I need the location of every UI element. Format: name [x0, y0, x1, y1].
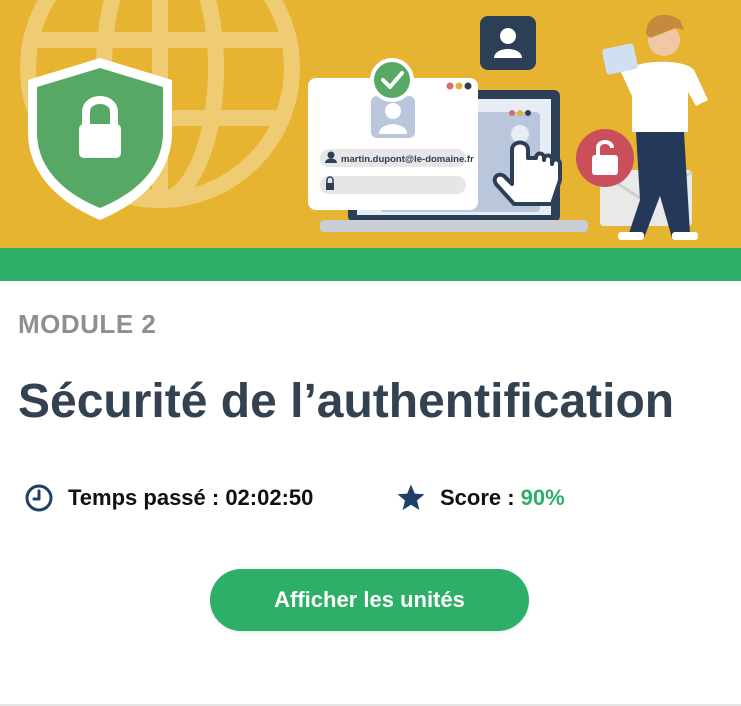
- module-card: martin.dupont@le-domaine.fr MODULE 2 Séc…: [0, 0, 741, 706]
- module-title: Sécurité de l’authentification: [18, 375, 675, 428]
- star-icon: [397, 484, 425, 510]
- user-avatar-tile-icon: [480, 16, 536, 70]
- red-lock-icon: [576, 129, 634, 187]
- score-value: 90%: [520, 485, 565, 510]
- score-label: Score :: [440, 485, 515, 510]
- time-spent-text: Temps passé : 02:02:50: [68, 485, 314, 510]
- check-badge-icon: [370, 58, 414, 102]
- time-spent-stat: Temps passé : 02:02:50: [24, 481, 313, 515]
- clock-icon: [25, 484, 53, 512]
- login-email-text: martin.dupont@le-domaine.fr: [341, 154, 474, 165]
- module-number-label: MODULE 2: [18, 309, 157, 339]
- module-progress-bar: [0, 248, 741, 281]
- score-stat: Score : 90%: [396, 481, 565, 515]
- module-banner-illustration: martin.dupont@le-domaine.fr: [0, 0, 741, 248]
- show-units-button[interactable]: Afficher les unités: [210, 569, 529, 631]
- module-progress-fill: [0, 248, 741, 281]
